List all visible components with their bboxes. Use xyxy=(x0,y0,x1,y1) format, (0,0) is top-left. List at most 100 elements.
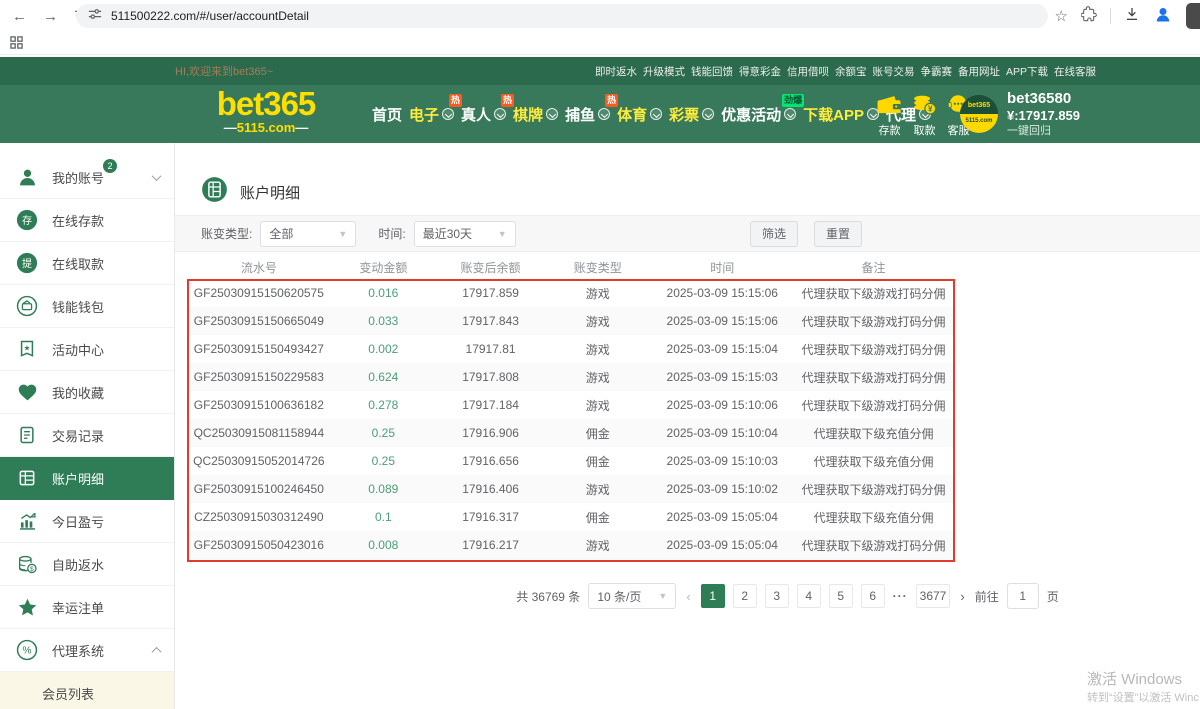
downloads-icon[interactable] xyxy=(1124,6,1140,27)
topbar-link-8[interactable]: 备用网址 xyxy=(958,64,1000,79)
nav-item-label: 体育 xyxy=(617,104,647,125)
profile-avatar-icon[interactable] xyxy=(1153,4,1173,29)
browser-chrome: ← → ↻ 511500222.com/#/user/accountDetail… xyxy=(0,0,1200,32)
nav-item-7[interactable]: 优惠活动劲爆 xyxy=(719,104,798,125)
bookmarks-bar xyxy=(0,32,1200,55)
notification-badge: 2 xyxy=(103,159,117,173)
chevron-down-icon: ▼ xyxy=(338,229,347,239)
chevron-down-circle-icon[interactable] xyxy=(494,108,506,120)
sidebar-item-label: 活动中心 xyxy=(52,340,104,359)
goto-label: 前往 xyxy=(975,588,999,605)
table-cell: 佣金 xyxy=(544,453,651,470)
reset-button[interactable]: 重置 xyxy=(814,221,862,247)
topbar-link-2[interactable]: 钱能回馈 xyxy=(691,64,733,79)
pagination: 共 36769 条 10 条/页▼ ‹ 123456···3677 › 前往 页 xyxy=(175,583,1200,609)
chevron-down-circle-icon[interactable] xyxy=(442,108,454,120)
sidebar-item-label: 今日盈亏 xyxy=(52,512,104,531)
nav-item-2[interactable]: 真人热 xyxy=(459,104,508,125)
deposit-icon: 存 xyxy=(15,209,39,231)
nav-item-3[interactable]: 棋牌 xyxy=(511,104,560,125)
one-click-return-link[interactable]: 一键回归 xyxy=(1007,124,1080,139)
topbar-link-6[interactable]: 账号交易 xyxy=(872,64,914,79)
sidebar-item-9[interactable]: $自助返水 xyxy=(0,543,174,586)
next-page-icon[interactable]: › xyxy=(958,589,966,604)
page-button-3[interactable]: 3 xyxy=(765,584,789,608)
sidebar-item-11[interactable]: %代理系统 xyxy=(0,629,174,672)
page-button-1[interactable]: 1 xyxy=(701,584,725,608)
chevron-down-circle-icon[interactable] xyxy=(598,108,610,120)
site-logo[interactable]: bet365 —5115.com— xyxy=(196,87,336,135)
site-settings-icon[interactable] xyxy=(88,7,102,26)
table-header-cell: 时间 xyxy=(651,259,793,276)
svg-text:%: % xyxy=(23,646,32,657)
logo-text: bet365 xyxy=(196,87,336,121)
table-header-cell: 账变类型 xyxy=(544,259,651,276)
sidebar-item-1[interactable]: 存在线存款 xyxy=(0,199,174,242)
sidebar-item-10[interactable]: 幸运注单 xyxy=(0,586,174,629)
filter-bar: 账变类型: 全部▼ 时间: 最近30天▼ 筛选 重置 xyxy=(175,215,1200,252)
filter-button[interactable]: 筛选 xyxy=(750,221,798,247)
sidebar-item-8[interactable]: 今日盈亏 xyxy=(0,500,174,543)
chevron-down-circle-icon[interactable] xyxy=(650,108,662,120)
nav-item-label: 优惠活动 xyxy=(721,104,781,125)
sidebar-item-label: 账户明细 xyxy=(52,469,104,488)
sidebar-item-label: 我的收藏 xyxy=(52,383,104,402)
nav-item-label: 下载APP xyxy=(803,104,864,125)
table-cell: QC25030915081158944 xyxy=(188,426,330,440)
time-filter-select[interactable]: 最近30天▼ xyxy=(414,221,516,247)
nav-item-8[interactable]: 下载APP xyxy=(801,104,881,125)
bookmark-star-icon[interactable]: ☆ xyxy=(1055,7,1068,25)
topbar-link-4[interactable]: 信用借呗 xyxy=(787,64,829,79)
apps-grid-icon[interactable] xyxy=(10,36,23,54)
type-filter-select[interactable]: 全部▼ xyxy=(260,221,356,247)
topbar-link-0[interactable]: 即时返水 xyxy=(595,64,637,79)
sidebar-item-12[interactable]: 会员列表 xyxy=(0,672,174,709)
sidebar-item-2[interactable]: 提在线取款 xyxy=(0,242,174,285)
page-button-2[interactable]: 2 xyxy=(733,584,757,608)
sidebar-item-6[interactable]: 交易记录 xyxy=(0,414,174,457)
user-icon xyxy=(15,167,39,188)
nav-item-label: 棋牌 xyxy=(513,104,543,125)
chevron-down-circle-icon[interactable] xyxy=(784,108,796,120)
table-cell: 17917.808 xyxy=(437,370,544,384)
topbar-link-1[interactable]: 升级模式 xyxy=(643,64,685,79)
page-button-3677[interactable]: 3677 xyxy=(916,584,951,608)
chevron-up-icon xyxy=(152,646,162,656)
topbar-link-10[interactable]: 在线客服 xyxy=(1054,64,1096,79)
extensions-icon[interactable] xyxy=(1081,6,1097,27)
sidebar-item-7[interactable]: 账户明细 xyxy=(0,457,174,500)
sidebar-item-4[interactable]: ★活动中心 xyxy=(0,328,174,371)
topbar-link-3[interactable]: 得意彩金 xyxy=(739,64,781,79)
goto-page-input[interactable] xyxy=(1007,583,1039,609)
nav-item-6[interactable]: 彩票 xyxy=(667,104,716,125)
page-button-5[interactable]: 5 xyxy=(829,584,853,608)
quick-action-1[interactable]: ¥取款 xyxy=(912,93,937,138)
sidebar-item-0[interactable]: 我的账号2 xyxy=(0,156,174,199)
page-size-select[interactable]: 10 条/页▼ xyxy=(588,583,676,609)
table-cell: GF25030915050423016 xyxy=(188,538,330,552)
table-cell: CZ25030915030312490 xyxy=(188,510,330,524)
nav-item-0[interactable]: 首页 xyxy=(370,104,404,125)
nav-item-4[interactable]: 捕鱼热 xyxy=(563,104,612,125)
quick-action-0[interactable]: 存款 xyxy=(876,93,903,138)
sidebar-item-3[interactable]: 钱能钱包 xyxy=(0,285,174,328)
topbar-link-7[interactable]: 争霸赛 xyxy=(920,64,952,79)
topbar-link-5[interactable]: 余额宝 xyxy=(835,64,867,79)
back-icon[interactable]: ← xyxy=(12,8,27,25)
chevron-down-icon: ▼ xyxy=(658,591,667,601)
sidebar-item-5[interactable]: 我的收藏 xyxy=(0,371,174,414)
quick-action-label: 存款 xyxy=(879,122,901,138)
page-button-6[interactable]: 6 xyxy=(861,584,885,608)
chevron-down-circle-icon[interactable] xyxy=(546,108,558,120)
topbar-link-9[interactable]: APP下载 xyxy=(1006,64,1048,79)
sidebar-item-label: 自助返水 xyxy=(52,555,104,574)
chevron-down-circle-icon[interactable] xyxy=(702,108,714,120)
address-bar[interactable]: 511500222.com/#/user/accountDetail xyxy=(76,4,1048,28)
forward-icon[interactable]: → xyxy=(43,8,58,25)
nav-item-1[interactable]: 电子热 xyxy=(407,104,456,125)
prev-page-icon[interactable]: ‹ xyxy=(684,589,692,604)
url-text[interactable]: 511500222.com/#/user/accountDetail xyxy=(111,9,309,23)
browser-menu-chip[interactable] xyxy=(1186,3,1200,29)
page-button-4[interactable]: 4 xyxy=(797,584,821,608)
nav-item-5[interactable]: 体育 xyxy=(615,104,664,125)
